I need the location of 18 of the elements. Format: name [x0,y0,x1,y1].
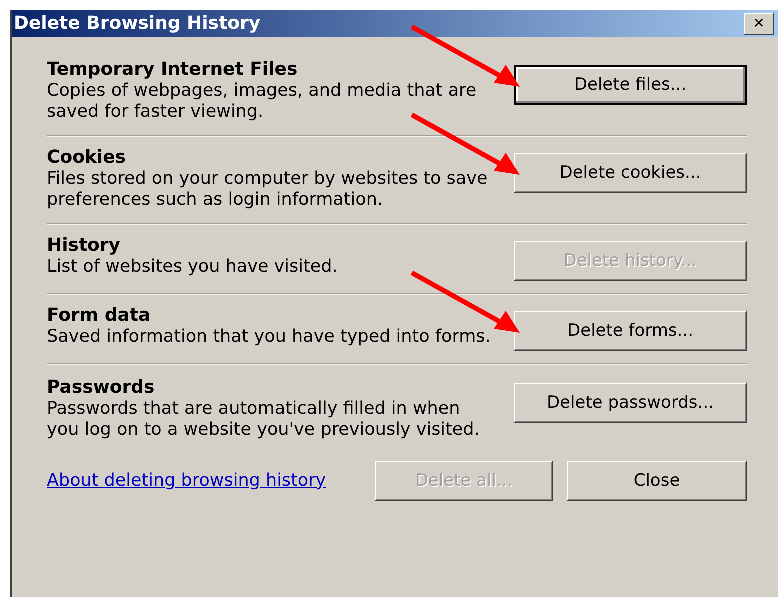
delete-button[interactable]: Delete forms... [514,311,747,351]
delete-button[interactable]: Delete cookies... [514,153,747,193]
help-link[interactable]: About deleting browsing history [47,471,326,491]
section-description: Copies of webpages, images, and media that are saved for faster viewing. [47,81,478,123]
section-description: Saved information that you have typed into forms. [47,327,492,348]
delete-button[interactable]: Delete files... [514,65,747,105]
section-description: Passwords that are automatically filled in when you log on to a website you've previously visited. [47,399,481,441]
section-description: Files stored on your computer by websites to save preferences such as login information. [47,169,489,211]
close-button[interactable]: Close [567,461,747,501]
section-title: Passwords [47,377,156,399]
section-title: Cookies [47,147,128,169]
window-title: Delete Browsing History [14,13,261,34]
section-title: Form data [47,305,152,327]
section-title: Temporary Internet Files [47,59,299,81]
close-button[interactable]: ✕ [744,12,774,34]
section-description: List of websites you have visited. [47,257,339,278]
section-title: History [47,235,122,257]
delete-button[interactable]: Delete passwords... [514,383,747,423]
